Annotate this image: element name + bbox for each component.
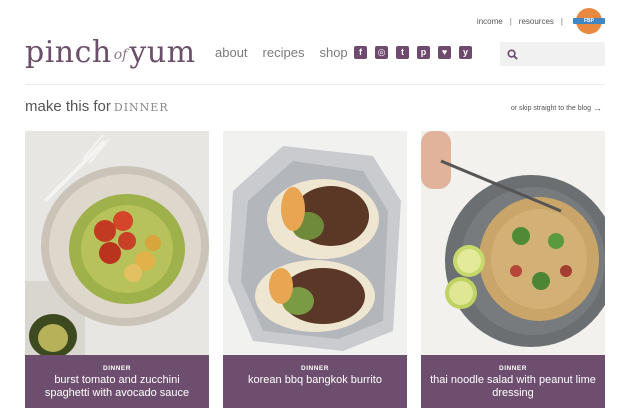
recipe-caption[interactable]: DINNER thai noodle salad with peanut lim… [421, 355, 605, 408]
recipe-photo[interactable] [25, 131, 209, 355]
skip-link-text: or skip straight to the blog [510, 104, 591, 112]
nav-recipes[interactable]: recipes [263, 45, 305, 60]
site-logo[interactable]: pinch of yum [25, 32, 196, 72]
recipe-category: DINNER [103, 365, 131, 372]
resources-link[interactable]: resources [519, 17, 554, 26]
heading-text: make this for [25, 98, 111, 115]
instagram-icon[interactable]: ◎ [375, 46, 388, 59]
recipe-photo[interactable] [421, 131, 605, 355]
heart-icon[interactable]: ♥ [438, 46, 451, 59]
recipe-category: DINNER [301, 365, 329, 372]
main-nav: about recipes shop [215, 45, 348, 60]
recipe-card[interactable]: DINNER burst tomato and zucchini spaghet… [25, 131, 209, 408]
income-link[interactable]: income [477, 17, 503, 26]
recipe-card[interactable]: DINNER korean bbq bangkok burrito [223, 131, 407, 408]
search-input[interactable] [522, 44, 602, 64]
nav-shop[interactable]: shop [319, 45, 347, 60]
logo-word-yum: yum [129, 34, 196, 70]
yummly-icon[interactable]: y [459, 46, 472, 59]
recipe-caption[interactable]: DINNER burst tomato and zucchini spaghet… [25, 355, 209, 408]
recipe-card[interactable]: DINNER thai noodle salad with peanut lim… [421, 131, 605, 408]
section-heading: make this for DINNER [25, 98, 169, 115]
social-icons: f ◎ t p ♥ y [354, 46, 472, 59]
logo-word-of: of [113, 47, 128, 63]
pinterest-icon[interactable]: p [417, 46, 430, 59]
badge-label: FBP [584, 17, 594, 24]
recipe-title[interactable]: korean bbq bangkok burrito [223, 374, 407, 387]
recipe-category: DINNER [499, 365, 527, 372]
arrow-right-icon: → [593, 103, 602, 113]
heading-keyword: DINNER [113, 101, 169, 114]
recipe-title[interactable]: burst tomato and zucchini spaghetti with… [25, 374, 209, 400]
recipe-photo[interactable] [223, 131, 407, 355]
separator: | [509, 16, 512, 26]
recipe-title[interactable]: thai noodle salad with peanut lime dress… [421, 374, 605, 400]
header-divider [25, 84, 605, 85]
skip-to-blog-link[interactable]: or skip straight to the blog → [511, 103, 602, 113]
logo-word-pinch: pinch [25, 34, 112, 70]
nav-about[interactable]: about [215, 45, 248, 60]
search-icon [507, 48, 518, 60]
search-box[interactable] [500, 42, 605, 66]
utility-bar: income | resources | FBP [477, 8, 605, 34]
recipe-caption[interactable]: DINNER korean bbq bangkok burrito [223, 355, 407, 408]
separator: | [560, 16, 563, 26]
twitter-icon[interactable]: t [396, 46, 409, 59]
facebook-icon[interactable]: f [354, 46, 367, 59]
food-blogger-pro-badge[interactable]: FBP [573, 8, 605, 34]
